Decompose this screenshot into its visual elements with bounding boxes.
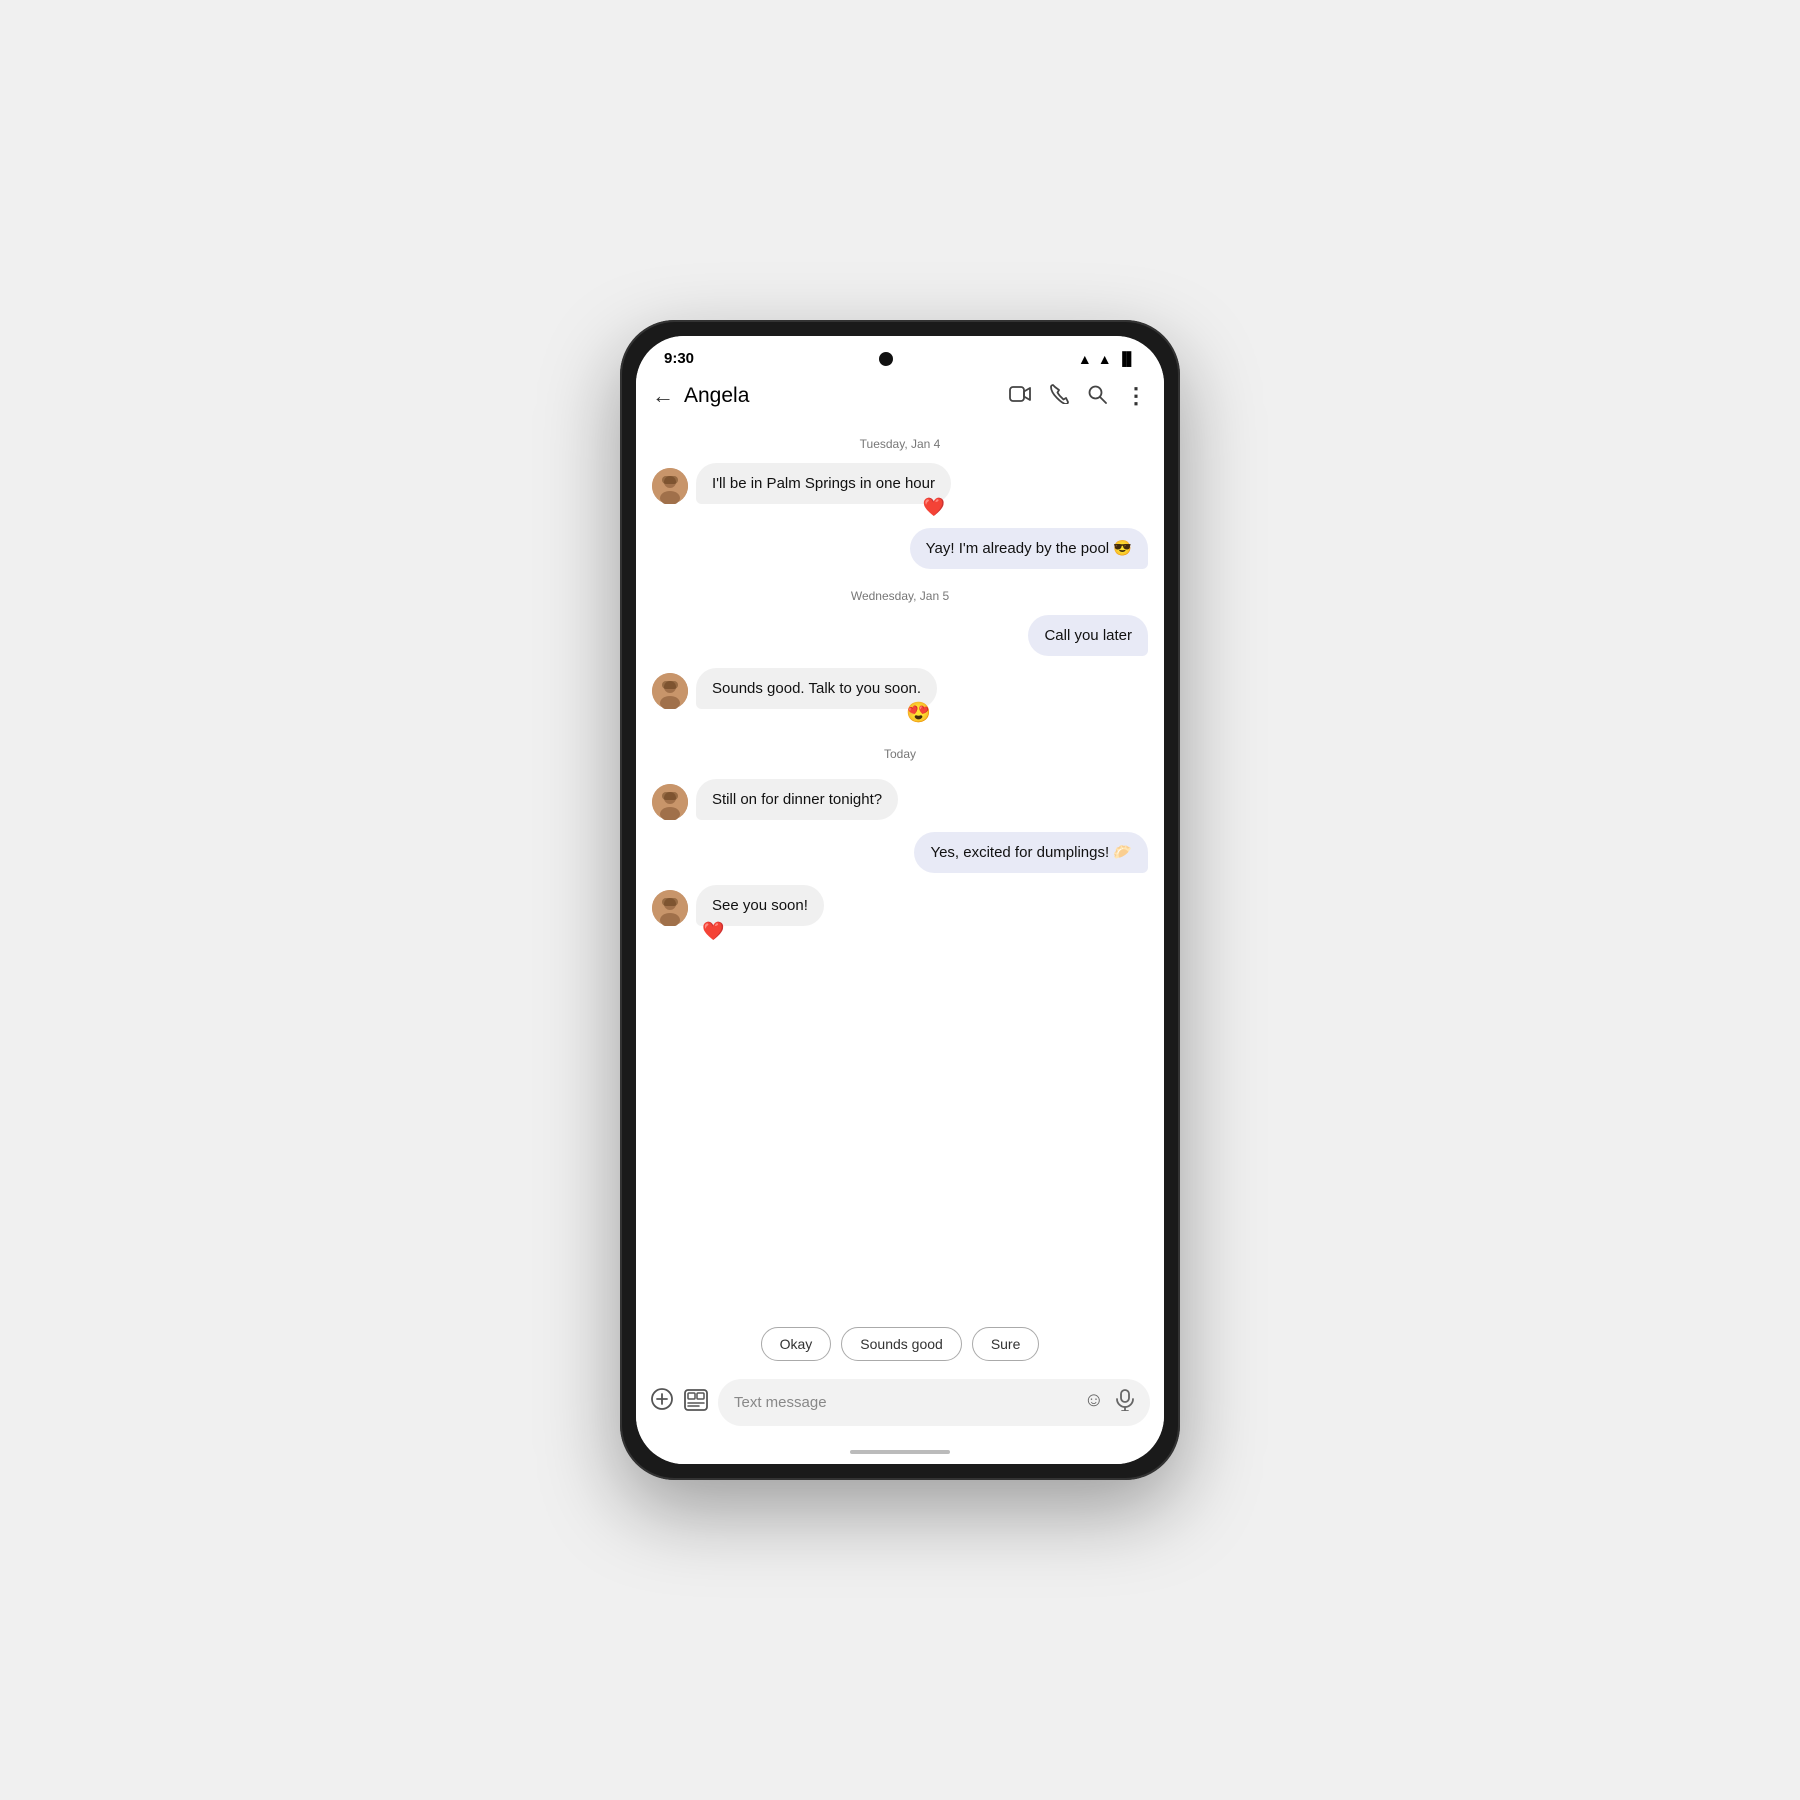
emoji-icon[interactable]: ☺ — [1084, 1389, 1104, 1416]
message-wrapper: Still on for dinner tonight? — [696, 779, 898, 820]
quick-replies: Okay Sounds good Sure — [636, 1317, 1164, 1371]
reaction-star-eyes: 😍 — [906, 700, 931, 725]
avatar — [652, 468, 688, 504]
more-options-icon[interactable]: ⋮ — [1125, 383, 1148, 409]
message-bubble: Call you later — [1028, 615, 1148, 656]
mic-icon[interactable] — [1116, 1389, 1134, 1416]
message-row: Yes, excited for dumplings! 🥟 — [652, 832, 1148, 873]
avatar — [652, 890, 688, 926]
add-attachment-button[interactable] — [650, 1387, 674, 1418]
back-button[interactable]: ← — [652, 383, 674, 409]
message-row: Sounds good. Talk to you soon. 😍 — [652, 668, 1148, 709]
message-bubble: Sounds good. Talk to you soon. — [696, 668, 937, 709]
phone-call-icon[interactable] — [1049, 384, 1069, 409]
app-bar-actions: ⋮ — [1009, 383, 1148, 409]
avatar — [652, 673, 688, 709]
message-bubble: I'll be in Palm Springs in one hour — [696, 463, 951, 504]
message-wrapper: Yes, excited for dumplings! 🥟 — [914, 832, 1148, 873]
message-row: Still on for dinner tonight? — [652, 779, 1148, 820]
contact-name: Angela — [684, 384, 1009, 408]
signal-icon: ▲ — [1098, 351, 1112, 367]
message-wrapper: Call you later — [1028, 615, 1148, 656]
app-bar: ← Angela — [636, 375, 1164, 417]
home-indicator — [636, 1440, 1164, 1464]
video-call-icon[interactable] — [1009, 386, 1031, 407]
date-label-tuesday: Tuesday, Jan 4 — [652, 437, 1148, 451]
phone-frame: 9:30 ▲ ▲ ▐▌ ← Angela — [620, 320, 1180, 1480]
status-bar: 9:30 ▲ ▲ ▐▌ — [636, 336, 1164, 375]
wifi-icon: ▲ — [1078, 351, 1092, 367]
message-wrapper: See you soon! ❤️ — [696, 885, 824, 926]
media-button[interactable] — [684, 1389, 708, 1417]
message-row: Yay! I'm already by the pool 😎 — [652, 528, 1148, 569]
message-row: I'll be in Palm Springs in one hour ❤️ — [652, 463, 1148, 504]
search-icon[interactable] — [1087, 384, 1107, 409]
message-row: See you soon! ❤️ — [652, 885, 1148, 926]
status-time: 9:30 — [664, 350, 694, 367]
message-bubble: Yay! I'm already by the pool 😎 — [910, 528, 1148, 569]
quick-reply-sure[interactable]: Sure — [972, 1327, 1040, 1361]
input-placeholder: Text message — [734, 1394, 827, 1411]
message-row: Call you later — [652, 615, 1148, 656]
text-message-input[interactable]: Text message ☺ — [718, 1379, 1150, 1426]
home-bar — [850, 1450, 950, 1454]
input-right-icons: ☺ — [1084, 1389, 1134, 1416]
battery-icon: ▐▌ — [1118, 351, 1136, 366]
phone-screen: 9:30 ▲ ▲ ▐▌ ← Angela — [636, 336, 1164, 1464]
front-camera — [879, 352, 893, 366]
quick-reply-sounds-good[interactable]: Sounds good — [841, 1327, 962, 1361]
chat-area: Tuesday, Jan 4 I'll be in Palm Springs i… — [636, 417, 1164, 1317]
avatar — [652, 784, 688, 820]
message-bubble: Still on for dinner tonight? — [696, 779, 898, 820]
date-label-today: Today — [652, 747, 1148, 761]
input-bar: Text message ☺ — [636, 1371, 1164, 1440]
date-label-wednesday: Wednesday, Jan 5 — [652, 589, 1148, 603]
message-wrapper: Sounds good. Talk to you soon. 😍 — [696, 668, 937, 709]
reaction-heart: ❤️ — [923, 497, 945, 518]
status-icons: ▲ ▲ ▐▌ — [1078, 351, 1136, 367]
message-bubble: See you soon! — [696, 885, 824, 926]
message-wrapper: I'll be in Palm Springs in one hour ❤️ — [696, 463, 951, 504]
quick-reply-okay[interactable]: Okay — [761, 1327, 832, 1361]
reaction-heart-red: ❤️ — [702, 921, 724, 942]
message-wrapper: Yay! I'm already by the pool 😎 — [910, 528, 1148, 569]
message-bubble: Yes, excited for dumplings! 🥟 — [914, 832, 1148, 873]
